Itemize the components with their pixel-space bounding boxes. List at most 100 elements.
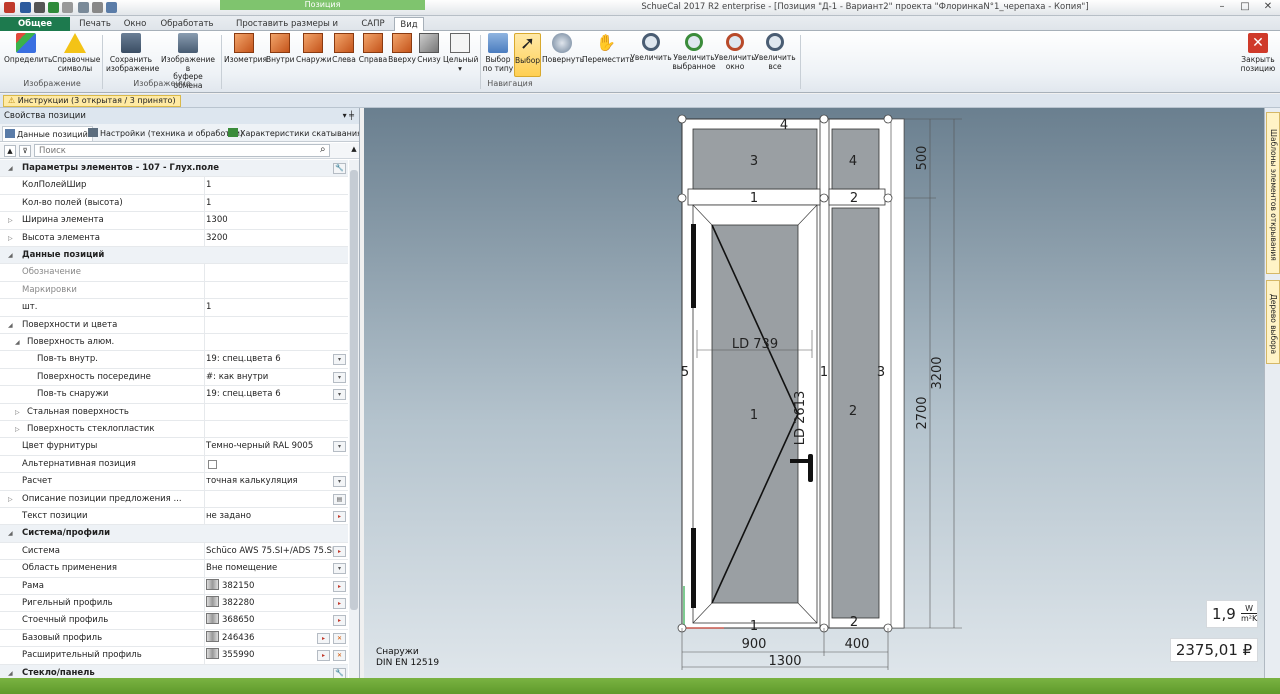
rotate-button[interactable]: Повернуть <box>542 33 584 65</box>
side-tab-selection-tree[interactable]: Дерево выбора <box>1266 280 1280 364</box>
settings-icon[interactable] <box>92 2 103 13</box>
property-row[interactable]: ◢ Поверхности и цвета <box>0 316 348 334</box>
property-row[interactable]: ◢ Поверхность алюм. <box>0 334 348 352</box>
collapse-icon[interactable]: ◢ <box>8 252 13 259</box>
tab-settings[interactable]: Настройки (техника и обработки) <box>86 126 247 141</box>
property-value[interactable]: 368650 <box>206 612 254 629</box>
property-row[interactable]: ▷ Стальная поверхность <box>0 403 348 421</box>
property-row[interactable]: ▷ Высота элемента 3200 <box>0 229 348 247</box>
property-value[interactable]: 355990 <box>206 647 254 664</box>
property-category[interactable]: ◢ Стекло/панель 🔧 <box>0 664 348 678</box>
property-value[interactable]: 1300 <box>206 212 228 229</box>
move-button[interactable]: ✋ Переместить <box>582 33 634 65</box>
property-value[interactable]: не задано <box>206 508 251 525</box>
collapse-icon[interactable]: ◢ <box>8 165 13 172</box>
collapse-icon[interactable]: ◢ <box>8 670 13 677</box>
property-value[interactable]: Вне помещение <box>206 560 277 577</box>
isometry-button[interactable]: Изометрия <box>224 33 267 65</box>
property-row[interactable]: Текст позиции не задано ▸ <box>0 508 348 526</box>
dropdown-arrow-icon[interactable]: ▾ <box>333 441 346 453</box>
select-by-type-button[interactable]: Выбор по типу <box>482 33 514 73</box>
property-value[interactable]: 1 <box>206 195 211 212</box>
arrow-right-icon[interactable]: ▸ <box>333 598 346 609</box>
property-row[interactable]: Система Schüco AWS 75.SI+/ADS 75.SI ▸ <box>0 542 348 561</box>
property-row[interactable]: Стоечный профиль 368650 ▸ <box>0 612 348 630</box>
redo-icon[interactable] <box>62 2 73 13</box>
app-icon[interactable] <box>4 2 15 13</box>
dropdown-arrow-icon[interactable]: ▾ <box>333 354 346 366</box>
property-category[interactable]: ◢ Данные позиций <box>0 247 348 265</box>
property-row[interactable]: ▷ Поверхность стеклопластик <box>0 421 348 439</box>
property-value[interactable]: 19: спец.цвета 6 <box>206 386 281 403</box>
inside-button[interactable]: Внутри <box>266 33 295 65</box>
minimize-icon[interactable]: – <box>1212 0 1232 15</box>
property-row[interactable]: Ригельный профиль 382280 ▸ <box>0 595 348 613</box>
collapse-icon[interactable]: ◢ <box>8 530 13 537</box>
property-row[interactable]: ▷ Ширина элемента 1300 <box>0 212 348 230</box>
save-image-button[interactable]: Сохранить изображение <box>106 33 159 73</box>
wrench-icon[interactable]: 🔧 <box>333 163 346 174</box>
zoom-window-button[interactable]: Увеличить окно <box>714 33 756 71</box>
clear-icon[interactable]: ✕ <box>333 650 346 662</box>
dropdown-icon[interactable] <box>78 2 89 13</box>
property-value[interactable]: Schüco AWS 75.SI+/ADS 75.SI <box>206 543 335 560</box>
property-category[interactable]: ◢ Параметры элементов - 107 - Глух.поле 🔧 <box>0 160 348 178</box>
reference-symbols-button[interactable]: Справочные символы <box>52 33 100 73</box>
property-row[interactable]: Рама 382150 ▸ <box>0 577 348 595</box>
zoom-all-button[interactable]: Увеличить все <box>754 33 796 71</box>
property-category[interactable]: ◢ Система/профили <box>0 525 348 543</box>
dropdown-arrow-icon[interactable]: ▾ <box>333 563 346 575</box>
property-value[interactable]: 19: спец.цвета 6 <box>206 351 281 368</box>
zoom-selected-button[interactable]: Увеличить выбранное <box>672 33 716 71</box>
collapse-icon[interactable]: ◢ <box>15 339 20 346</box>
arrow-right-icon[interactable]: ▸ <box>333 615 346 627</box>
search-input[interactable] <box>34 144 330 157</box>
bottom-view-button[interactable]: Снизу <box>416 33 442 65</box>
tab-window[interactable]: Окно <box>118 17 152 31</box>
property-value[interactable]: точная калькуляция <box>206 473 298 490</box>
tab-print[interactable]: Печать <box>74 17 116 31</box>
arrow-right-icon[interactable]: ▸ <box>333 580 346 592</box>
zoom-button[interactable]: Увеличить <box>630 33 672 63</box>
top-view-button[interactable]: Вверху <box>388 33 416 65</box>
expand-icon[interactable]: ▷ <box>15 426 20 433</box>
dropdown-arrow-icon[interactable]: ▾ <box>333 476 346 488</box>
property-row[interactable]: Альтернативная позиция <box>0 455 348 474</box>
arrow-right-icon[interactable]: ▸ <box>317 650 330 662</box>
side-tab-opening-templates[interactable]: Шаблоны элементов открывания <box>1266 112 1280 274</box>
property-row[interactable]: Расчет точная калькуляция ▾ <box>0 473 348 491</box>
property-row[interactable]: Пов-ть снаружи 19: спец.цвета 6 ▾ <box>0 386 348 404</box>
dropdown-arrow-icon[interactable]: ▾ <box>333 389 346 401</box>
property-row[interactable]: ▷ Описание позиции предложения ... ▤ <box>0 490 348 508</box>
property-row[interactable]: Пов-ть внутр. 19: спец.цвета 6 ▾ <box>0 351 348 369</box>
expand-icon[interactable]: ▷ <box>8 217 13 224</box>
wrench-icon[interactable]: 🔧 <box>333 667 346 678</box>
save-icon[interactable] <box>20 2 31 13</box>
pin-icon[interactable]: ▾ ╪ <box>343 108 354 124</box>
drawing-canvas[interactable]: 4 5 3 1 1 2 1 2 3 4 1 2 LD 739 LD 2613 9… <box>364 108 1264 678</box>
maximize-icon[interactable]: □ <box>1235 0 1255 15</box>
whole-view-button[interactable]: Цельный ▾ <box>443 33 478 73</box>
arrow-right-icon[interactable]: ▸ <box>333 511 346 522</box>
arrow-right-icon[interactable]: ▸ <box>317 632 330 644</box>
property-value[interactable]: #: как внутри <box>206 369 268 386</box>
property-row[interactable]: Область применения Вне помещение ▾ <box>0 560 348 578</box>
arrow-right-icon[interactable]: ▸ <box>333 545 346 557</box>
property-value[interactable]: 1 <box>206 299 211 316</box>
expand-icon[interactable]: ▷ <box>8 235 13 242</box>
scroll-up-icon[interactable]: ▲ <box>349 145 359 157</box>
property-row[interactable]: КолПолейШир 1 <box>0 177 348 195</box>
property-value[interactable]: 3200 <box>206 230 228 247</box>
select-button[interactable]: ➚ Выбор <box>514 33 541 77</box>
property-value[interactable]: Темно-черный RAL 9005 <box>206 438 313 455</box>
tab-view[interactable]: Вид <box>394 17 424 32</box>
instructions-badge[interactable]: ⚠ Инструкции (3 открытая / 3 принято) <box>3 95 181 107</box>
outside-button[interactable]: Снаружи <box>296 33 332 65</box>
expand-icon[interactable]: ▷ <box>15 409 20 416</box>
ellipsis-icon[interactable]: ▤ <box>333 493 346 505</box>
define-button[interactable]: Определить <box>4 33 52 65</box>
collapse-icon[interactable]: ▲ <box>4 145 16 157</box>
filter-icon[interactable]: ⊽ <box>19 145 31 157</box>
tab-rolling[interactable]: Характеристики скатывания <box>226 126 359 141</box>
close-window-icon[interactable]: ✕ <box>1258 0 1278 15</box>
